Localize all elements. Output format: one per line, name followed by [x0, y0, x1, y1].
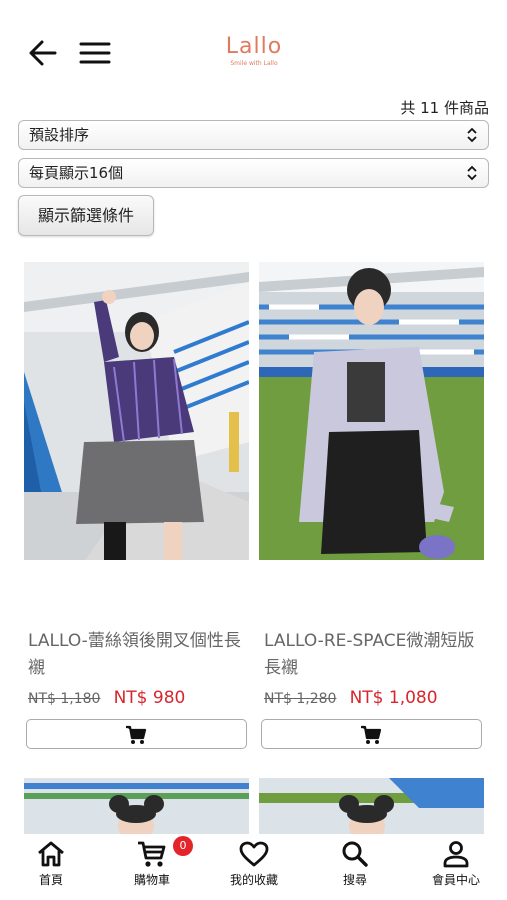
sort-select[interactable]: 預設排序	[18, 120, 489, 150]
sort-select-value: 預設排序	[29, 126, 90, 144]
logo-text: Lallo	[225, 34, 283, 59]
product-list-page: Lallo Smile with Lallo 共 11 件商品 預設排序 每頁顯…	[0, 0, 507, 900]
product-name[interactable]: LALLO-蕾絲領後開叉個性長襯	[28, 628, 253, 682]
price-row: NT$ 1,180 NT$ 980	[28, 688, 185, 714]
nav-member-label: 會員中心	[431, 873, 480, 887]
sale-price: NT$ 1,080	[349, 688, 438, 708]
hamburger-menu-icon	[79, 42, 111, 64]
sale-price: NT$ 980	[113, 688, 186, 708]
original-price: NT$ 1,180	[28, 691, 101, 707]
cart-icon	[138, 841, 166, 867]
logo-tagline: Smile with Lallo	[230, 60, 278, 67]
nav-favorites[interactable]: 我的收藏	[209, 840, 299, 898]
home-icon	[38, 841, 64, 867]
nav-favorites-label: 我的收藏	[229, 873, 278, 887]
nav-home-label: 首頁	[38, 873, 63, 887]
chevron-up-down-icon	[467, 165, 477, 181]
arrow-left-icon	[29, 40, 57, 66]
header: Lallo Smile with Lallo	[0, 0, 507, 95]
per-page-select-value: 每頁顯示16個	[29, 164, 124, 182]
product-image[interactable]	[259, 262, 484, 560]
result-count: 共 11 件商品	[400, 99, 489, 117]
heart-icon	[239, 841, 269, 867]
logo[interactable]: Lallo Smile with Lallo	[212, 34, 296, 74]
product-name[interactable]: LALLO-RE-SPACE微潮短版長襯	[264, 628, 489, 682]
cart-count-badge: 0	[173, 836, 193, 856]
nav-home[interactable]: 首頁	[6, 840, 96, 898]
original-price: NT$ 1,280	[264, 691, 337, 707]
product-image[interactable]	[24, 778, 249, 834]
search-icon	[342, 841, 368, 867]
menu-button[interactable]	[78, 36, 112, 70]
show-filter-button[interactable]: 顯示篩選條件	[18, 195, 154, 236]
back-button[interactable]	[26, 36, 60, 70]
nav-cart[interactable]: 0 購物車	[107, 836, 197, 898]
nav-search-label: 搜尋	[342, 873, 367, 887]
price-row: NT$ 1,280 NT$ 1,080	[264, 688, 438, 714]
add-to-cart-button[interactable]	[26, 719, 247, 749]
product-image[interactable]	[259, 778, 484, 834]
cart-icon	[361, 725, 382, 744]
nav-cart-label: 購物車	[133, 873, 170, 887]
user-icon	[443, 841, 469, 868]
nav-search[interactable]: 搜尋	[310, 840, 400, 898]
cart-icon	[126, 725, 147, 744]
add-to-cart-button[interactable]	[261, 719, 482, 749]
chevron-up-down-icon	[467, 127, 477, 143]
bottom-nav: 首頁 0 購物車 我的收藏 搜尋 會員中心	[0, 834, 507, 900]
product-image[interactable]	[24, 262, 249, 560]
per-page-select[interactable]: 每頁顯示16個	[18, 158, 489, 188]
nav-member[interactable]: 會員中心	[411, 840, 501, 898]
